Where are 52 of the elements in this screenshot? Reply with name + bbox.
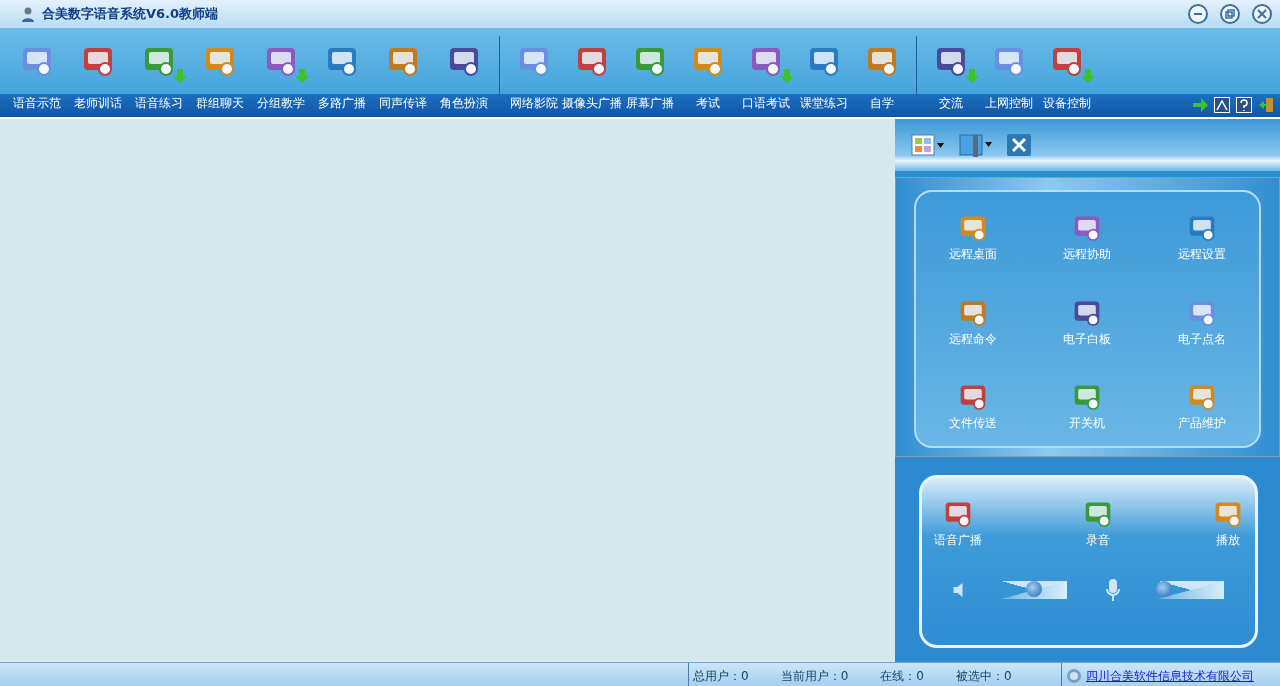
dropdown-arrow-icon <box>964 68 980 84</box>
restore-icon <box>1225 9 1235 19</box>
status-text: 被选中：0 <box>954 667 1013 685</box>
exit-door-icon[interactable] <box>1258 97 1274 113</box>
arrow-right-icon[interactable] <box>1192 97 1208 113</box>
settings-button[interactable] <box>1007 134 1031 156</box>
help-button[interactable] <box>1236 97 1252 113</box>
toolbar-button[interactable]: 群组聊天 <box>189 28 250 117</box>
restore-button[interactable] <box>1220 4 1240 24</box>
dropdown-arrow-icon <box>171 68 188 84</box>
view-button[interactable] <box>911 134 945 156</box>
toolbar-button[interactable]: 多路广播 <box>311 28 372 117</box>
volume-slider[interactable] <box>1157 581 1224 599</box>
dropdown-arrow-icon <box>779 68 795 84</box>
toolbar-button[interactable]: 设备控制 <box>1038 28 1096 117</box>
status-text: 总用户：0 <box>692 667 750 685</box>
slider-thumb[interactable] <box>1156 581 1173 597</box>
dropdown-arrow-icon <box>1080 68 1096 84</box>
toolbar-button[interactable]: 角色扮演 <box>433 28 494 117</box>
microphone-icon <box>1105 579 1120 601</box>
toolbar-button[interactable]: 交流 <box>922 28 980 117</box>
toolbar-button[interactable]: 自学 <box>853 28 911 117</box>
toolbar-button[interactable]: 分组教学 <box>250 28 311 117</box>
audio-button[interactable]: 播放 <box>1213 498 1243 549</box>
toolbar-button[interactable]: 上网控制 <box>980 28 1038 117</box>
user-icon <box>20 6 36 22</box>
window-title: 合美数字语音系统V6.0教师端 <box>42 5 220 23</box>
toolbar-button[interactable]: 口语考试 <box>737 28 795 117</box>
toolbar-button[interactable]: 同声传译 <box>372 28 433 117</box>
toolbar-button[interactable]: 课堂练习 <box>795 28 853 117</box>
company-link[interactable]: 四川合美软件信息技术有限公司 <box>1086 667 1254 685</box>
toolbar-button[interactable]: 老师训话 <box>67 28 128 117</box>
toolbar-button[interactable]: 语音练习 <box>128 28 189 117</box>
status-text: 在线：0 <box>879 667 925 685</box>
toolbar-button[interactable]: 语音示范 <box>6 28 67 117</box>
audio-button[interactable]: 录音 <box>1082 498 1113 549</box>
close-icon <box>1257 9 1267 19</box>
close-button[interactable] <box>1252 4 1272 24</box>
globe-icon <box>1066 668 1082 684</box>
audio-button[interactable]: 语音广播 <box>934 498 982 549</box>
volume-slider[interactable] <box>1001 581 1068 599</box>
toolbar-button[interactable]: 摄像头广播 <box>563 28 621 117</box>
minimize-button[interactable] <box>1188 4 1208 24</box>
dropdown-arrow-icon <box>293 68 310 84</box>
slider-thumb[interactable] <box>1026 581 1043 597</box>
toolbar-button[interactable]: 网络影院 <box>505 28 563 117</box>
speaker-icon <box>953 583 964 597</box>
tools-button[interactable] <box>959 133 993 157</box>
toolbar-button[interactable]: 考试 <box>679 28 737 117</box>
status-text: 当前用户：0 <box>779 667 850 685</box>
skin-button[interactable] <box>1214 97 1230 113</box>
toolbar-button[interactable]: 屏幕广播 <box>621 28 679 117</box>
